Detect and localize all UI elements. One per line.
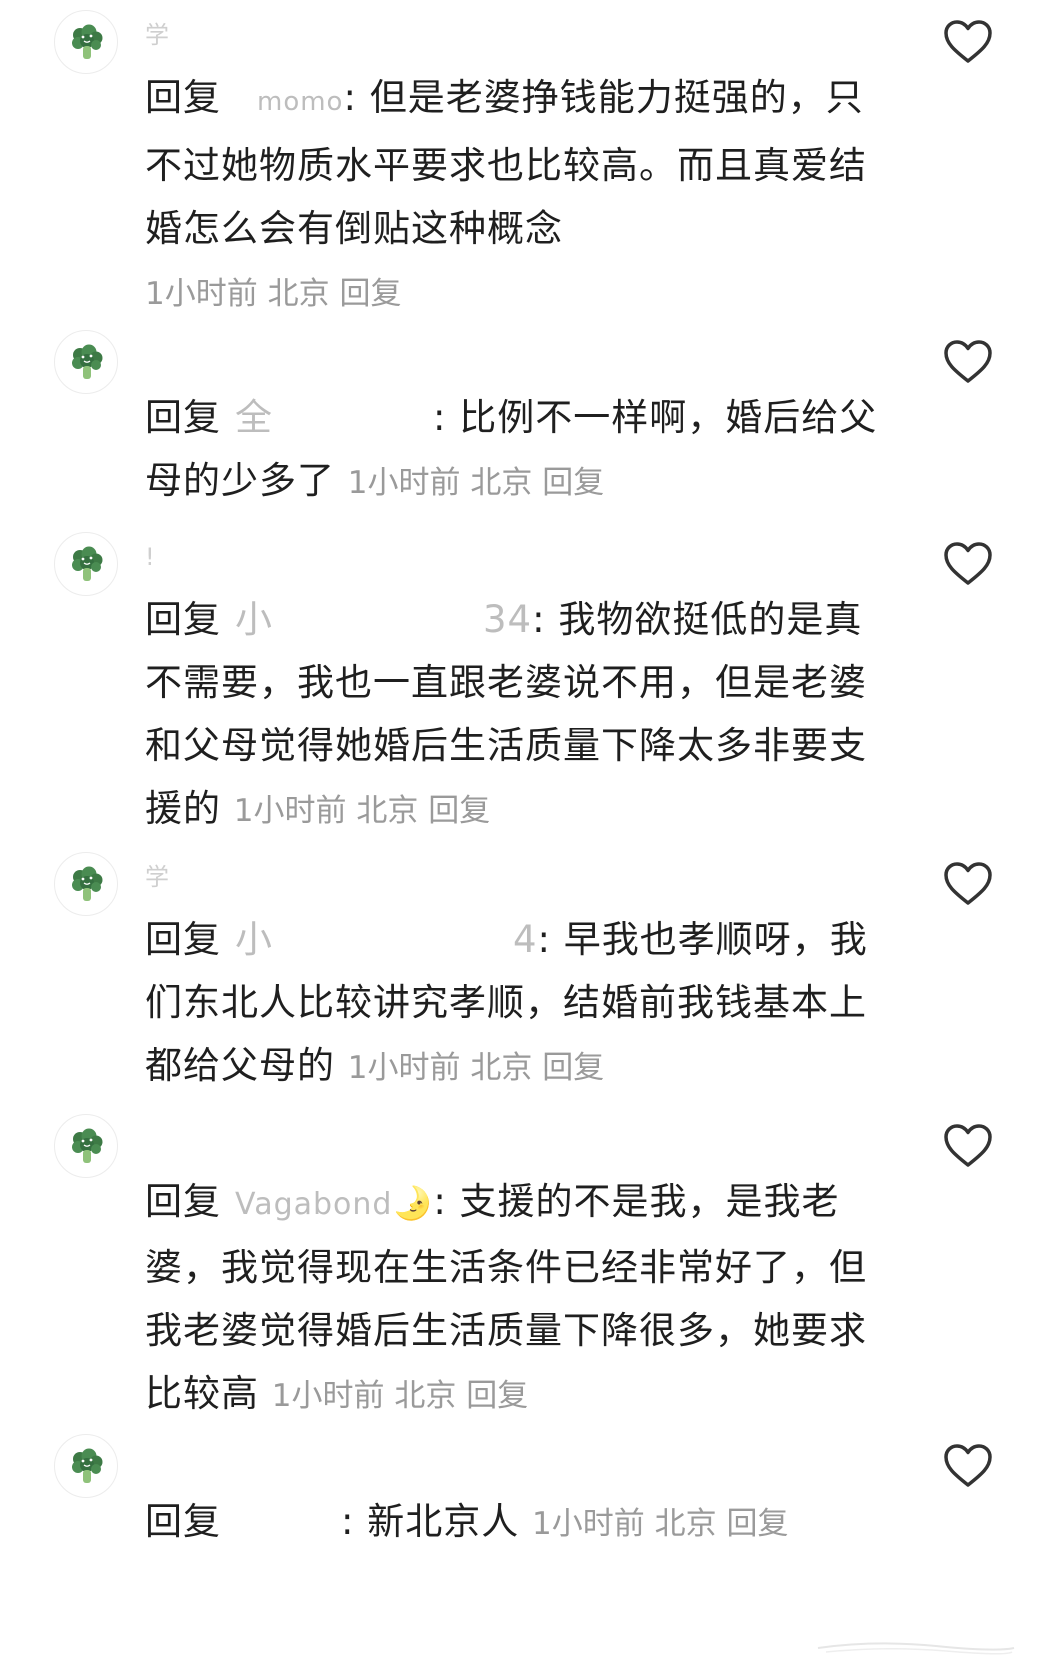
broccoli-icon <box>69 24 105 62</box>
like-button[interactable] <box>942 860 994 908</box>
comment-item: 学 回复 momo: 但是老婆挣钱能力挺强的，只不过她物质水平要求也比较高。而且真… <box>0 0 1052 312</box>
comment-time: 1小时前 <box>532 1506 645 1542</box>
heart-outline-icon <box>942 338 994 386</box>
heart-outline-icon <box>942 18 994 66</box>
comment-time: 1小时前 <box>233 793 347 829</box>
moon-emoji-icon: 🌛 <box>392 1184 434 1222</box>
heart-outline-icon <box>942 860 994 908</box>
comment-meta: 1小时前 北京 回复 <box>348 1050 604 1086</box>
comment-item: 回复全: 比例不一样啊，婚后给父母的少多了 1小时前 北京 回复 <box>0 320 1052 520</box>
broccoli-icon <box>69 866 105 904</box>
comment-thread: 学 回复 momo: 但是老婆挣钱能力挺强的，只不过她物质水平要求也比较高。而且真… <box>0 0 1052 1679</box>
comment-text: : 但是老婆挣钱能力挺强的，只不过她物质水平要求也比较高。而且真爱结婚怎么会有倒… <box>145 76 867 250</box>
heart-outline-icon <box>942 1122 994 1170</box>
avatar[interactable] <box>54 1434 118 1498</box>
broccoli-icon <box>69 1448 105 1486</box>
avatar[interactable] <box>54 10 118 74</box>
comment-meta: 1小时前 北京 回复 <box>348 465 604 501</box>
commenter-name[interactable]: ! <box>145 542 155 572</box>
like-button[interactable] <box>942 540 994 588</box>
comment-body: 回复小 4: 早我也孝顺呀，我们东北人比较讲究孝顺，结婚前我钱基本上都给父母的 1… <box>145 908 885 1100</box>
comment-time: 1小时前 <box>347 465 461 501</box>
like-button[interactable] <box>942 1442 994 1490</box>
reply-target-name[interactable]: Vagabond <box>235 1187 392 1222</box>
heart-outline-icon <box>942 1442 994 1490</box>
avatar[interactable] <box>54 330 118 394</box>
reply-prefix[interactable]: 回复 <box>145 396 221 439</box>
comment-time: 1小时前 <box>347 1050 461 1086</box>
comment-meta: 1小时前 北京 回复 <box>272 1378 528 1414</box>
comment-time: 1小时前 <box>271 1378 385 1414</box>
comment-location: 北京 <box>356 793 419 829</box>
comment-location: 北京 <box>470 1050 533 1086</box>
heart-outline-icon <box>942 540 994 588</box>
comment-body: 回复 momo: 但是老婆挣钱能力挺强的，只不过她物质水平要求也比较高。而且真爱结… <box>145 66 885 326</box>
reply-prefix[interactable]: 回复 <box>145 918 221 961</box>
reply-button[interactable]: 回复 <box>542 1050 604 1086</box>
comment-body: 回复小 34: 我物欲挺低的是真不需要，我也一直跟老婆说不用，但是老婆和父母觉得她… <box>145 588 885 843</box>
reply-button[interactable]: 回复 <box>428 793 490 829</box>
broccoli-icon <box>69 344 105 382</box>
comment-body: 回复 Vagabond🌛: 支援的不是我，是我老婆，我觉得现在生活条件已经非常好了… <box>145 1170 885 1428</box>
comment-meta: 1小时前 北京 回复 <box>145 276 401 312</box>
reply-button[interactable]: 回复 <box>466 1378 528 1414</box>
like-button[interactable] <box>942 338 994 386</box>
avatar[interactable] <box>54 1114 118 1178</box>
comment-item: 学 回复小 4: 早我也孝顺呀，我们东北人比较讲究孝顺，结婚前我钱基本上都给父母的… <box>0 842 1052 1087</box>
comment-meta: 1小时前 北京 回复 <box>234 793 490 829</box>
comment-location: 北京 <box>267 276 330 312</box>
comment-location: 北京 <box>470 465 533 501</box>
comment-item: 回复 Vagabond🌛: 支援的不是我，是我老婆，我觉得现在生活条件已经非常好了… <box>0 1104 1052 1424</box>
reply-prefix[interactable]: 回复 <box>145 598 221 641</box>
comment-location: 北京 <box>394 1378 457 1414</box>
like-button[interactable] <box>942 1122 994 1170</box>
reply-target-name-tail[interactable]: 34 <box>483 598 532 641</box>
reply-prefix[interactable]: 回复 <box>145 1180 221 1223</box>
commenter-name[interactable]: 学 <box>145 20 169 50</box>
reply-button[interactable]: 回复 <box>542 465 604 501</box>
reply-prefix[interactable]: 回复 <box>145 1500 221 1543</box>
comment-time: 1小时前 <box>145 276 258 312</box>
reply-target-name[interactable]: 小 <box>235 918 273 961</box>
reply-button[interactable]: 回复 <box>726 1506 788 1542</box>
comment-text: : 新北京人 <box>341 1500 520 1543</box>
broccoli-icon <box>69 546 105 584</box>
comment-location: 北京 <box>654 1506 717 1542</box>
reply-target-name[interactable]: 全 <box>235 396 273 439</box>
comment-meta: 1小时前 北京 回复 <box>532 1506 788 1542</box>
commenter-name[interactable]: 学 <box>145 862 169 892</box>
broccoli-icon <box>69 1128 105 1166</box>
reply-target-name-tail[interactable]: 4 <box>513 918 538 961</box>
comment-body: 回复全: 比例不一样啊，婚后给父母的少多了 1小时前 北京 回复 <box>145 386 885 515</box>
comment-item: ! 回复小 34: 我物欲挺低的是真不需要，我也一直跟老婆说不用，但是老婆和父母觉… <box>0 522 1052 830</box>
avatar[interactable] <box>54 532 118 596</box>
comment-body: 回复 : 新北京人 1小时前 北京 回复 <box>145 1490 885 1556</box>
reply-button[interactable]: 回复 <box>339 276 401 312</box>
watermark-icon <box>817 1642 1015 1655</box>
reply-target-name[interactable]: 小 <box>235 598 273 641</box>
avatar[interactable] <box>54 852 118 916</box>
reply-prefix[interactable]: 回复 <box>145 76 221 119</box>
reply-target-name[interactable]: momo <box>257 87 343 117</box>
like-button[interactable] <box>942 18 994 66</box>
